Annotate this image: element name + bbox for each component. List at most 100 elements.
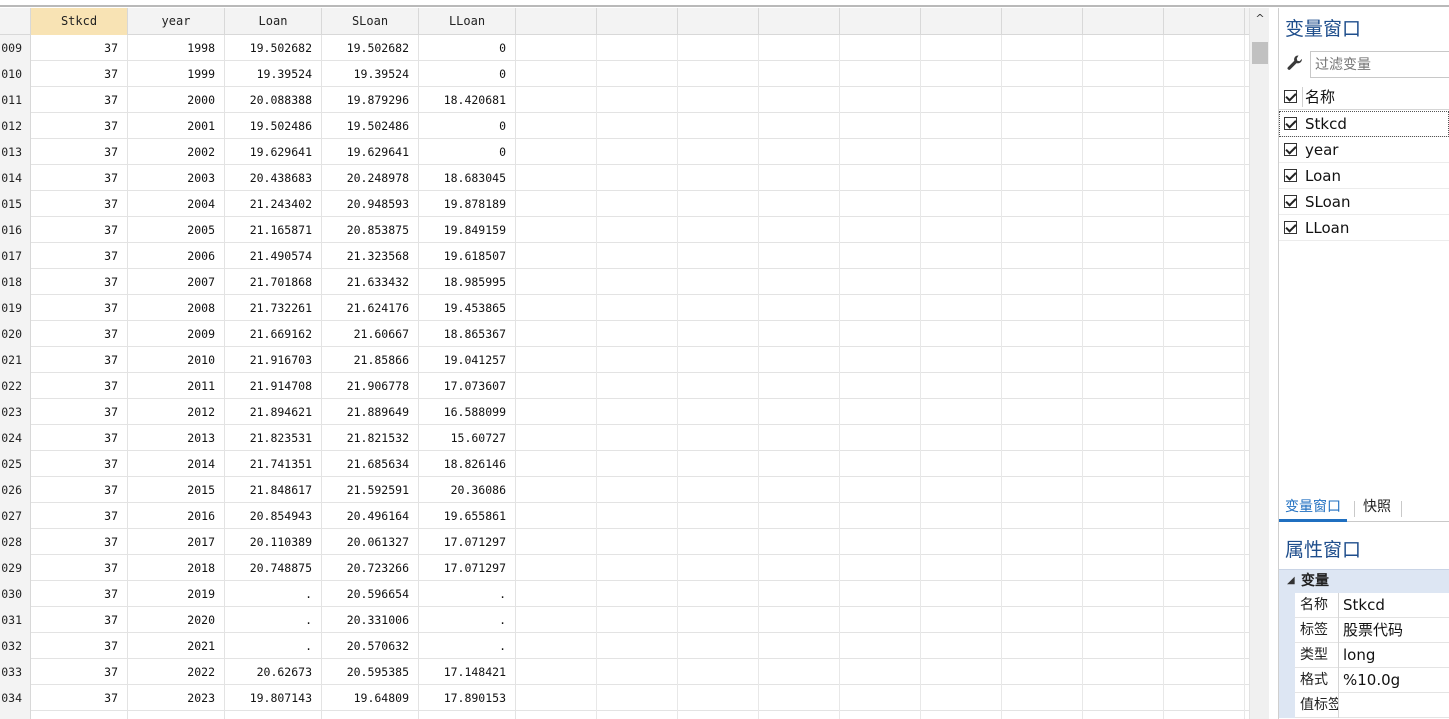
table-cell-lloan[interactable]: 17.071297 — [419, 529, 516, 555]
empty-cell[interactable] — [1164, 61, 1245, 87]
empty-cell[interactable] — [516, 425, 597, 451]
empty-cell[interactable] — [840, 503, 921, 529]
table-cell-loan[interactable]: 20.438683 — [225, 165, 322, 191]
table-cell-stkcd[interactable]: 37 — [31, 581, 128, 607]
empty-cell[interactable] — [840, 87, 921, 113]
empty-cell[interactable] — [678, 321, 759, 347]
empty-cell[interactable] — [1002, 555, 1083, 581]
empty-cell[interactable] — [597, 347, 678, 373]
table-cell-stkcd[interactable]: 37 — [31, 321, 128, 347]
table-cell-stkcd[interactable]: 37 — [31, 165, 128, 191]
empty-cell[interactable] — [840, 217, 921, 243]
table-cell-lloan[interactable]: 17.073607 — [419, 373, 516, 399]
empty-cell[interactable] — [1083, 607, 1164, 633]
empty-cell[interactable] — [759, 217, 840, 243]
table-cell-sloan[interactable]: 21.685634 — [322, 451, 419, 477]
table-cell-year[interactable]: 2019 — [128, 581, 225, 607]
table-cell-year[interactable]: 2001 — [128, 113, 225, 139]
empty-cell[interactable] — [1002, 529, 1083, 555]
empty-cell[interactable] — [1164, 295, 1245, 321]
properties-section-header[interactable]: ◢ 变量 — [1279, 569, 1449, 593]
table-cell-stkcd[interactable]: 37 — [31, 425, 128, 451]
table-cell-stkcd[interactable]: 37 — [31, 347, 128, 373]
empty-cell[interactable] — [921, 607, 1002, 633]
empty-cell[interactable] — [597, 165, 678, 191]
empty-cell[interactable] — [1164, 555, 1245, 581]
empty-cell[interactable] — [840, 399, 921, 425]
empty-cell[interactable] — [759, 35, 840, 61]
empty-cell[interactable] — [516, 451, 597, 477]
empty-cell[interactable] — [1083, 269, 1164, 295]
table-cell-year[interactable]: 2010 — [128, 347, 225, 373]
obs-number[interactable]: 015 — [0, 191, 31, 217]
empty-cell[interactable] — [597, 295, 678, 321]
empty-cell[interactable] — [759, 243, 840, 269]
empty-cell[interactable] — [1164, 685, 1245, 711]
empty-cell[interactable] — [1083, 347, 1164, 373]
empty-cell[interactable] — [516, 711, 597, 719]
table-cell-year[interactable]: 2023 — [128, 685, 225, 711]
empty-cell[interactable] — [759, 321, 840, 347]
empty-cell[interactable] — [1002, 165, 1083, 191]
table-cell-stkcd[interactable]: 37 — [31, 61, 128, 87]
empty-cell[interactable] — [678, 503, 759, 529]
data-editor-grid[interactable]: Stkcd year Loan SLoan LLoan 009 37 1998 19.5026… — [0, 8, 1249, 719]
obs-number[interactable]: 022 — [0, 373, 31, 399]
empty-cell[interactable] — [759, 399, 840, 425]
empty-cell[interactable] — [921, 61, 1002, 87]
empty-cell[interactable] — [1083, 711, 1164, 719]
empty-cell[interactable] — [516, 399, 597, 425]
empty-cell[interactable] — [516, 347, 597, 373]
obs-number[interactable]: 023 — [0, 399, 31, 425]
empty-cell[interactable] — [840, 425, 921, 451]
empty-cell[interactable] — [759, 685, 840, 711]
table-cell-year[interactable]: 2007 — [128, 269, 225, 295]
obs-number[interactable]: 029 — [0, 555, 31, 581]
property-row[interactable]: 类型 long — [1279, 643, 1449, 668]
obs-number[interactable]: 016 — [0, 217, 31, 243]
obs-number[interactable]: 024 — [0, 425, 31, 451]
table-cell-sloan[interactable]: 20.853875 — [322, 217, 419, 243]
table-cell-sloan[interactable]: 21.633432 — [322, 269, 419, 295]
table-cell-loan[interactable]: 20.748875 — [225, 555, 322, 581]
table-cell-stkcd[interactable]: 37 — [31, 373, 128, 399]
empty-cell[interactable] — [597, 269, 678, 295]
empty-cell[interactable] — [678, 685, 759, 711]
empty-cell[interactable] — [597, 113, 678, 139]
empty-cell[interactable] — [759, 113, 840, 139]
table-cell-loan[interactable]: 21.914708 — [225, 373, 322, 399]
empty-cell[interactable] — [921, 399, 1002, 425]
empty-cell[interactable] — [921, 321, 1002, 347]
table-cell-year[interactable]: 2011 — [128, 373, 225, 399]
empty-cell[interactable] — [516, 269, 597, 295]
empty-cell[interactable] — [1002, 659, 1083, 685]
empty-cell[interactable] — [516, 191, 597, 217]
table-cell-lloan[interactable]: 18.826146 — [419, 451, 516, 477]
empty-cell[interactable] — [1164, 399, 1245, 425]
variable-checkbox[interactable] — [1284, 195, 1297, 208]
table-cell-sloan[interactable]: 21.60667 — [322, 321, 419, 347]
property-value[interactable]: Stkcd — [1340, 593, 1385, 618]
table-cell-loan[interactable]: 21.732261 — [225, 295, 322, 321]
empty-cell[interactable] — [759, 165, 840, 191]
table-cell-stkcd[interactable]: 37 — [31, 685, 128, 711]
empty-cell[interactable] — [597, 659, 678, 685]
table-cell-year[interactable]: 2012 — [128, 399, 225, 425]
table-cell-year[interactable]: 2008 — [128, 295, 225, 321]
empty-cell[interactable] — [1164, 529, 1245, 555]
wrench-icon[interactable] — [1285, 53, 1305, 73]
obs-number[interactable]: 025 — [0, 451, 31, 477]
empty-cell[interactable] — [516, 581, 597, 607]
table-cell-loan[interactable]: 21.165871 — [225, 217, 322, 243]
empty-cell[interactable] — [1002, 373, 1083, 399]
empty-cell[interactable] — [678, 347, 759, 373]
empty-cell[interactable] — [840, 61, 921, 87]
empty-cell[interactable] — [516, 321, 597, 347]
table-cell-year[interactable]: 2003 — [128, 165, 225, 191]
table-cell-year[interactable] — [128, 711, 225, 719]
variable-checkbox[interactable] — [1284, 169, 1297, 182]
empty-cell[interactable] — [678, 399, 759, 425]
table-cell-loan[interactable]: 19.502486 — [225, 113, 322, 139]
tab-snapshots[interactable]: 快照 — [1357, 495, 1397, 522]
empty-cell[interactable] — [597, 217, 678, 243]
